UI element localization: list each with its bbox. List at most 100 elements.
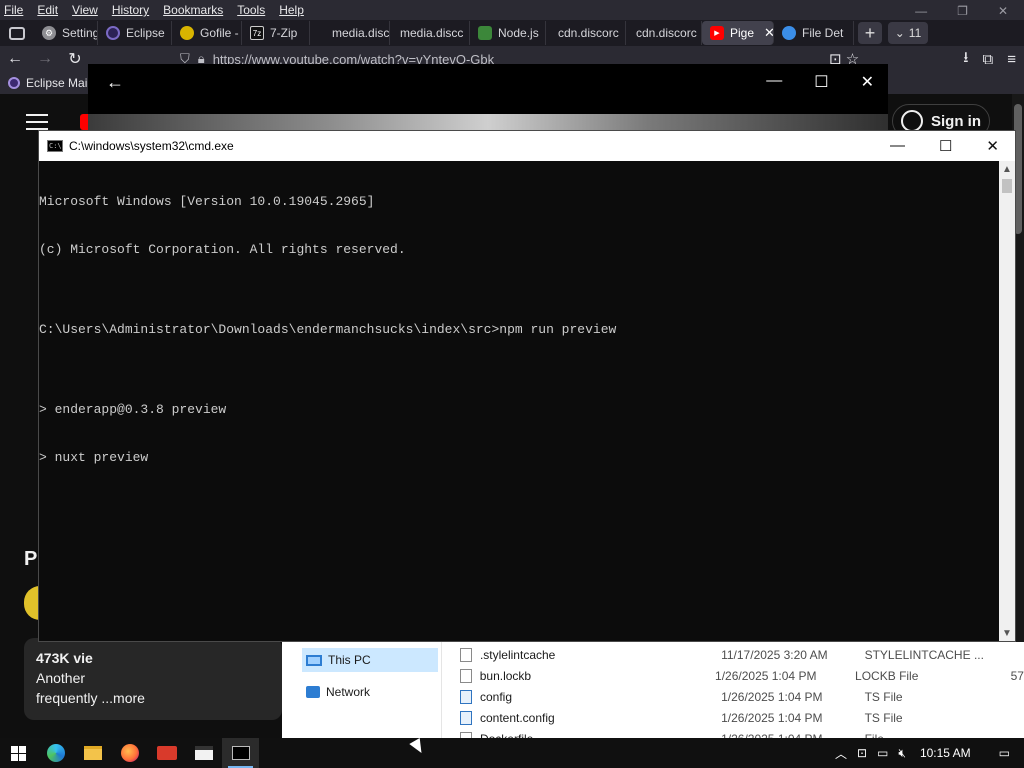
close-icon[interactable]: ✕ [986,137,999,155]
cmd-taskbar-button[interactable] [222,738,259,768]
tab-cdn-discord-1[interactable]: cdn.discorc [546,21,626,45]
cmd-scrollbar[interactable]: ▲ ▼ [999,161,1015,641]
tab-cdn-discord-2[interactable]: cdn.discorc [626,21,702,45]
new-tab-button[interactable]: + [858,22,882,44]
ts-file-icon [460,710,472,725]
list-all-tabs-button[interactable]: ⌄ 11 [888,22,928,44]
firefox-taskbar-button[interactable] [111,738,148,768]
nav-network[interactable]: Network [302,680,438,704]
video-description[interactable]: 473K vie Another frequently ...more [24,638,282,720]
start-button[interactable] [0,738,37,768]
tab-file-details[interactable]: File Det [774,21,854,45]
file-date: 1/26/2025 1:04 PM [721,689,823,704]
back-button[interactable]: ← [0,46,30,72]
mail-taskbar-button[interactable] [148,738,185,768]
explorer-nav-pane: This PC Network [282,642,442,738]
close-icon[interactable]: ✕ [998,4,1008,18]
close-icon[interactable]: ✕ [861,72,874,92]
back-arrow-icon[interactable]: ← [106,72,124,93]
console-output[interactable]: Microsoft Windows [Version 10.0.19045.29… [39,161,999,641]
volume-muted-icon[interactable]: 🔇︎ [898,746,906,761]
tab-count: 11 [908,26,922,40]
nav-label: Network [326,685,371,699]
file-type: TS File [864,710,903,725]
sign-in-label: Sign in [931,112,981,130]
file-name: content.config [479,710,555,725]
tab-gofile[interactable]: Gofile - [172,21,242,45]
extensions-icon[interactable]: ⧉ [983,51,994,68]
file-icon [782,26,796,40]
tab-label: cdn.discorc [636,26,697,40]
reload-button[interactable]: ↻ [60,46,90,72]
cmd-icon [231,746,250,760]
tab-nodejs[interactable]: Node.js [470,21,546,45]
windows-logo-icon [11,745,26,761]
restore-icon[interactable]: ❐ [957,4,968,18]
description-more[interactable]: frequently ...more [36,688,270,708]
nav-this-pc[interactable]: This PC [302,648,438,672]
scroll-down-icon[interactable]: ▼ [999,625,1015,641]
menu-tools[interactable]: Tools [237,3,265,17]
tab-media-discord-2[interactable]: media.discc [390,21,470,45]
minimize-icon[interactable]: — [915,4,927,18]
scrollbar-thumb[interactable] [1002,179,1012,193]
cmd-title-bar[interactable]: C:\ C:\windows\system32\cmd.exe — ☐ ✕ [39,131,1015,161]
ts-file-icon [460,689,472,704]
menu-help[interactable]: Help [279,3,304,17]
cmd-window-title: C:\windows\system32\cmd.exe [69,139,234,153]
maximize-icon[interactable]: ☐ [814,72,828,92]
tab-settings[interactable]: ⚙ Setting [34,21,98,45]
user-icon [901,110,923,132]
downloads-icon[interactable]: ⭳ [963,47,968,72]
edge-taskbar-button[interactable] [37,738,74,768]
cmd-window: C:\ C:\windows\system32\cmd.exe — ☐ ✕ Mi… [38,130,1016,642]
video-popup-window: ← — ☐ ✕ [88,64,888,114]
scroll-up-icon[interactable]: ▲ [999,161,1015,177]
close-tab-icon[interactable]: ✕ [764,25,773,41]
desktop: File Edit View History Bookmarks Tools H… [0,0,1024,768]
menu-edit[interactable]: Edit [37,3,58,17]
tab-strip: ⚙ Setting Eclipse Gofile - 7z 7-Zip medi… [0,20,1024,46]
menu-file[interactable]: File [4,3,23,17]
file-type: STYLELINTCACHE ... [864,647,984,662]
file-row[interactable]: config 1/26/2025 1:04 PM TS File [460,686,1024,707]
tab-7zip[interactable]: 7z 7-Zip [242,21,310,45]
eclipse-bookmark-icon [8,77,20,89]
bookmark-eclipse[interactable]: Eclipse Mai [26,76,87,90]
tab-youtube-active[interactable]: ▶ Pige ✕ [702,21,774,45]
firefox-icon [120,744,139,762]
tab-media-discord-1[interactable]: media.discc [310,21,390,45]
media-taskbar-button[interactable] [185,738,222,768]
nav-label: This PC [328,653,371,667]
forward-button[interactable]: → [30,46,60,72]
chevron-down-icon: ⌄ [894,26,905,40]
mail-icon [156,746,177,760]
console-line: > nuxt preview [39,450,149,465]
hamburger-icon[interactable] [26,114,48,130]
meet-now-icon[interactable]: ⊡ [857,746,867,760]
file-icon [460,647,472,662]
menu-history[interactable]: History [112,3,149,17]
file-date: 1/26/2025 1:04 PM [715,668,817,683]
file-row[interactable]: content.config 1/26/2025 1:04 PM TS File [460,707,1024,728]
file-row[interactable]: bun.lockb 1/26/2025 1:04 PM LOCKB File 5… [460,665,1024,686]
minimize-icon[interactable]: — [890,137,905,155]
menu-view[interactable]: View [72,3,98,17]
eclipse-icon [106,26,120,40]
minimize-icon[interactable]: — [766,72,782,92]
file-row[interactable]: .stylelintcache 11/17/2025 3:20 AM STYLE… [460,644,1024,665]
network-status-icon[interactable]: ▭ [877,746,888,760]
hamburger-menu-icon[interactable]: ≡ [1007,51,1016,68]
chevron-up-icon[interactable]: ︿ [835,745,847,762]
firefox-view-button[interactable] [0,20,34,46]
maximize-icon[interactable]: ☐ [939,137,952,155]
notifications-icon[interactable]: ▭ [999,746,1010,760]
tab-eclipse[interactable]: Eclipse [98,21,172,45]
menu-bookmarks[interactable]: Bookmarks [163,3,223,17]
clock[interactable]: 10:15 AM [920,746,971,760]
file-explorer-taskbar-button[interactable] [74,738,111,768]
tab-label: Setting [62,26,98,40]
menu-bar: File Edit View History Bookmarks Tools H… [0,0,1024,20]
cmd-icon: C:\ [47,140,63,152]
console-line: Microsoft Windows [Version 10.0.19045.29… [39,194,375,209]
